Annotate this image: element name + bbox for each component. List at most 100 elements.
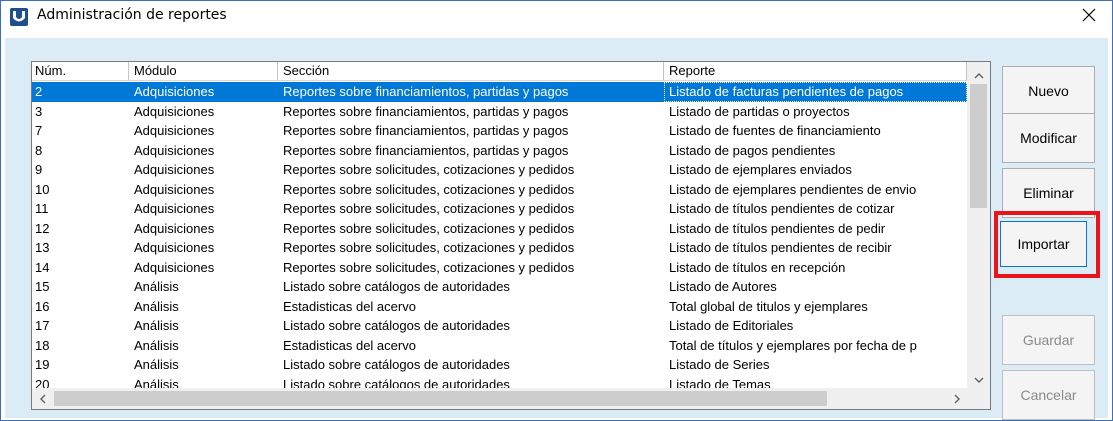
table-row[interactable]: 18 Análisis Estadisticas del acervo Total d… [32, 336, 967, 356]
chevron-down-icon [974, 368, 984, 387]
cell-modulo: Adquisiciones [134, 123, 215, 138]
highlight-annotation [994, 211, 1100, 278]
cell-modulo: Adquisiciones [134, 103, 215, 119]
table-row[interactable]: 2 Adquisiciones Reportes sobre financiamie… [32, 82, 967, 102]
cell-seccion: Listado sobre catálogos de autoridades [283, 357, 510, 372]
scroll-left-button[interactable] [32, 388, 53, 409]
cell-seccion: Reportes sobre financiamientos, partidas… [283, 103, 569, 119]
scroll-down-button[interactable] [967, 366, 990, 388]
cell-modulo: Análisis [134, 357, 179, 372]
cell-seccion: Listado sobre catálogos de autoridades [283, 279, 510, 294]
close-icon [1082, 7, 1096, 26]
cell-num: 11 [35, 201, 49, 216]
cell-modulo: Adquisiciones [134, 142, 215, 158]
scroll-right-button[interactable] [946, 388, 967, 409]
cell-seccion: Estadisticas del acervo [283, 337, 416, 353]
cell-reporte: Total de títulos y ejemplares por fecha … [669, 337, 917, 353]
cell-modulo: Adquisiciones [134, 181, 215, 197]
table-row[interactable]: 20 Análisis Listado sobre catálogos de aut… [32, 375, 967, 389]
scroll-up-button[interactable] [967, 62, 990, 84]
cell-modulo: Análisis [134, 279, 179, 294]
table-row[interactable]: 8 Adquisiciones Reportes sobre financiamie… [32, 141, 967, 161]
vertical-scroll-thumb[interactable] [970, 84, 987, 208]
table-row[interactable]: 3 Adquisiciones Reportes sobre financiamie… [32, 102, 967, 122]
table-row[interactable]: 10 Adquisiciones Reportes sobre solicitude… [32, 180, 967, 200]
cell-seccion: Reportes sobre solicitudes, cotizaciones… [283, 181, 575, 197]
cell-num: 2 [35, 84, 43, 99]
table-row[interactable]: 15 Análisis Listado sobre catálogos de aut… [32, 277, 967, 297]
vertical-scrollbar[interactable] [967, 62, 990, 388]
cell-reporte: Listado de Temas [669, 376, 771, 389]
cell-reporte: Listado de títulos en recepción [669, 259, 846, 275]
cell-num: 10 [35, 181, 50, 197]
table-row[interactable]: 13 Adquisiciones Reportes sobre solicitude… [32, 238, 967, 258]
dialog-client-area: Núm. Módulo Sección Reporte 2 Adquisicion… [5, 38, 1108, 420]
chevron-left-icon [39, 389, 46, 408]
scrollbar-corner [967, 388, 990, 409]
cell-modulo: Adquisiciones [134, 259, 215, 275]
table-row[interactable]: 9 Adquisiciones Reportes sobre solicitudes… [32, 160, 967, 180]
cell-reporte: Listado de Autores [669, 279, 777, 294]
chevron-up-icon [974, 64, 984, 83]
table-row[interactable]: 12 Adquisiciones Reportes sobre solicitude… [32, 219, 967, 239]
cell-reporte: Listado de pagos pendientes [669, 142, 836, 158]
table-row[interactable]: 11 Adquisiciones Reportes sobre solicitude… [32, 199, 967, 219]
cell-seccion: Reportes sobre financiamientos, partidas… [283, 123, 569, 138]
cell-seccion: Reportes sobre solicitudes, cotizaciones… [283, 240, 575, 255]
table-row[interactable]: 7 Adquisiciones Reportes sobre financiamie… [32, 121, 967, 141]
cell-modulo: Análisis [134, 337, 179, 353]
table-row[interactable]: 19 Análisis Listado sobre catálogos de aut… [32, 355, 967, 375]
nuevo-button[interactable]: Nuevo [1002, 66, 1095, 116]
cell-num: 19 [35, 357, 50, 372]
cell-reporte: Listado de Series [669, 357, 770, 372]
cell-reporte: Listado de títulos pendientes de pedir [669, 220, 886, 236]
cell-num: 7 [35, 123, 43, 138]
close-button[interactable] [1066, 1, 1112, 31]
modificar-button[interactable]: Modificar [1002, 113, 1095, 163]
table-row[interactable]: 14 Adquisiciones Reportes sobre solicitude… [32, 258, 967, 278]
cell-seccion: Reportes sobre solicitudes, cotizaciones… [283, 259, 575, 275]
column-header-reporte[interactable]: Reporte [664, 62, 967, 81]
cell-num: 17 [35, 318, 50, 333]
window-title: Administración de reportes [37, 7, 227, 23]
cell-seccion: Reportes sobre solicitudes, cotizaciones… [283, 201, 575, 216]
column-header-seccion[interactable]: Sección [278, 62, 664, 81]
cell-modulo: Adquisiciones [134, 84, 215, 99]
horizontal-scrollbar[interactable] [32, 388, 967, 409]
cell-num: 8 [35, 142, 43, 158]
cell-modulo: Adquisiciones [134, 220, 215, 236]
cell-reporte: Listado de ejemplares pendientes de envi… [669, 181, 917, 197]
cell-num: 12 [35, 220, 50, 236]
cell-num: 18 [35, 337, 50, 353]
column-header-num[interactable]: Núm. [32, 62, 129, 81]
horizontal-scroll-thumb[interactable] [54, 391, 827, 406]
cell-reporte: Listado de Editoriales [669, 318, 794, 333]
guardar-button[interactable]: Guardar [1002, 315, 1095, 365]
table-row[interactable]: 16 Análisis Estadisticas del acervo Total g… [32, 297, 967, 317]
cell-reporte: Listado de fuentes de financiamiento [669, 123, 881, 138]
cell-reporte: Total global de titulos y ejemplares [669, 298, 868, 314]
cancelar-button[interactable]: Cancelar [1002, 370, 1095, 420]
title-bar: Administración de reportes [1, 1, 1112, 31]
cell-modulo: Análisis [134, 318, 179, 333]
cell-reporte: Listado de facturas pendientes de pagos [664, 82, 967, 102]
dialog-window: Administración de reportes Núm. Módulo S… [0, 0, 1113, 421]
cell-seccion: Estadisticas del acervo [283, 298, 416, 314]
cell-reporte: Listado de títulos pendientes de cotizar [669, 201, 895, 216]
reports-list[interactable]: Núm. Módulo Sección Reporte 2 Adquisicion… [31, 61, 991, 410]
table-row[interactable]: 17 Análisis Listado sobre catálogos de aut… [32, 316, 967, 336]
cell-num: 16 [35, 298, 50, 314]
column-header-modulo[interactable]: Módulo [129, 62, 278, 81]
list-rows: 2 Adquisiciones Reportes sobre financiamie… [32, 82, 967, 388]
list-header: Núm. Módulo Sección Reporte [32, 62, 967, 81]
cell-reporte: Listado de ejemplares enviados [669, 162, 852, 177]
cell-seccion: Listado sobre catálogos de autoridades [283, 318, 510, 333]
cell-modulo: Análisis [134, 376, 179, 389]
app-icon [10, 8, 28, 26]
cell-num: 13 [35, 240, 50, 255]
cell-reporte: Listado de títulos pendientes de recibir [669, 240, 892, 255]
chevron-right-icon [954, 389, 960, 408]
cell-seccion: Reportes sobre solicitudes, cotizaciones… [283, 220, 575, 236]
cell-modulo: Análisis [134, 298, 179, 314]
cell-seccion: Reportes sobre financiamientos, partidas… [283, 84, 569, 99]
